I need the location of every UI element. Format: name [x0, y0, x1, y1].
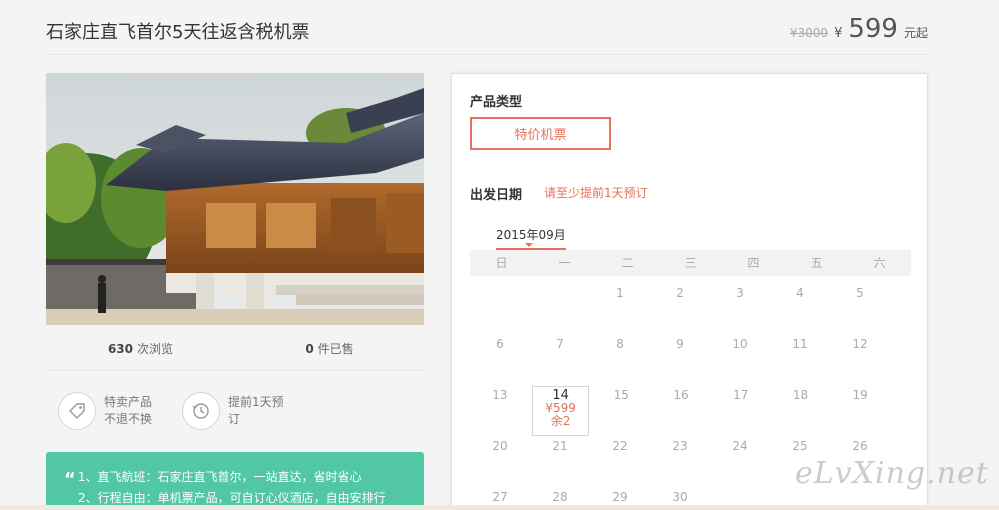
calendar-day: 11 [792, 337, 808, 351]
calendar-day: 3 [736, 286, 744, 300]
product-type-label: 产品类型 [470, 95, 523, 110]
currency-symbol: ¥ [834, 26, 843, 41]
weekday-label: 三 [684, 256, 697, 270]
calendar-day: 20 [492, 439, 508, 453]
calendar-day: 18 [792, 388, 809, 402]
watermark: eLvXing.net [795, 456, 989, 491]
calendar-day: 24 [732, 439, 748, 453]
calendar-day: 9 [676, 337, 684, 351]
view-count-label: 次浏览 [137, 342, 174, 356]
weekday-label: 六 [873, 256, 886, 270]
calendar-day: 13 [492, 388, 508, 402]
stats-divider [46, 370, 424, 371]
calendar-week: 6 7 8 9 10 11 12 [470, 327, 890, 378]
calendar-day: 2 [676, 286, 684, 300]
date-hint: 请至少提前1天预订 [544, 186, 648, 200]
product-stats: 630 次浏览 0 件已售 [46, 340, 424, 360]
calendar-day: 8 [616, 337, 624, 351]
calendar-day: 6 [496, 337, 504, 351]
view-count: 630 次浏览 [46, 340, 235, 360]
feature-special-sale: 特卖产品 不退不换 [58, 392, 152, 430]
header-divider [46, 54, 928, 55]
feature-list: 特卖产品 不退不换 提前1天预 订 [58, 392, 284, 430]
weekday-label: 五 [810, 256, 823, 270]
feature-advance-booking-line2: 订 [228, 412, 241, 426]
month-caret-icon [525, 243, 533, 247]
promo-line-1: “1、直飞航班：石家庄直飞首尔，一站直达，省时省心 [64, 468, 406, 489]
palace-image [46, 73, 424, 325]
sold-count: 0 件已售 [235, 340, 424, 360]
weekday-header: 日一二三四五六 [470, 250, 911, 276]
booking-panel: 产品类型 特价机票 出发日期 请至少提前1天预订 2015年09月 日一二三四五… [451, 73, 928, 510]
calendar-day-stock: 余2 [550, 414, 571, 428]
quote-icon: “ [64, 469, 76, 490]
feature-special-sale-line2: 不退不换 [104, 412, 153, 426]
view-count-number: 630 [107, 342, 134, 356]
feature-advance-booking-line1: 提前1天预 [228, 395, 284, 409]
calendar-day: 17 [733, 388, 749, 402]
calendar-day: 16 [673, 388, 689, 402]
calendar-day: 4 [796, 286, 804, 300]
calendar-week: 1 2 3 4 5 [470, 276, 890, 327]
calendar-day: 22 [612, 439, 628, 453]
calendar-day: 21 [552, 439, 568, 453]
departure-date-label: 出发日期 [470, 188, 523, 203]
feature-advance-booking: 提前1天预 订 [182, 392, 284, 430]
price-unit: 元起 [903, 26, 928, 40]
current-price: 599 [848, 14, 898, 44]
weekday-label: 日 [495, 256, 508, 270]
feature-special-sale-line1: 特卖产品 [104, 395, 153, 409]
calendar-day: 23 [672, 439, 688, 453]
tag-icon [58, 392, 96, 430]
calendar-day: 10 [732, 337, 748, 351]
clock-icon [182, 392, 221, 430]
calendar-day: 15 [613, 388, 629, 402]
weekday-label: 二 [621, 256, 634, 270]
calendar-week: 13 14 ¥599 余2 15 16 17 18 19 [470, 378, 890, 436]
weekday-label: 四 [747, 256, 760, 270]
calendar-day: 5 [856, 286, 864, 300]
sold-count-number: 0 [305, 342, 314, 356]
original-price: ¥3000 [789, 26, 829, 40]
calendar-day: 7 [556, 337, 564, 351]
calendar-day: 19 [852, 388, 868, 402]
weekday-label: 一 [558, 256, 571, 270]
product-photo[interactable] [46, 73, 424, 325]
price-block: ¥3000 ¥ 599 元起 [790, 14, 928, 44]
promo-box: “1、直飞航班：石家庄直飞首尔，一站直达，省时省心 2、行程自由：单机票产品，可… [46, 452, 424, 510]
promo-line-1-text: 1、直飞航班：石家庄直飞首尔，一站直达，省时省心 [77, 470, 362, 484]
product-type-option[interactable]: 特价机票 [470, 117, 611, 150]
bottom-strip [0, 505, 999, 510]
page-title: 石家庄直飞首尔5天往返含税机票 [46, 22, 310, 43]
calendar-day: 1 [616, 286, 624, 300]
calendar-day: 12 [852, 337, 868, 351]
sold-count-label: 件已售 [317, 342, 354, 356]
